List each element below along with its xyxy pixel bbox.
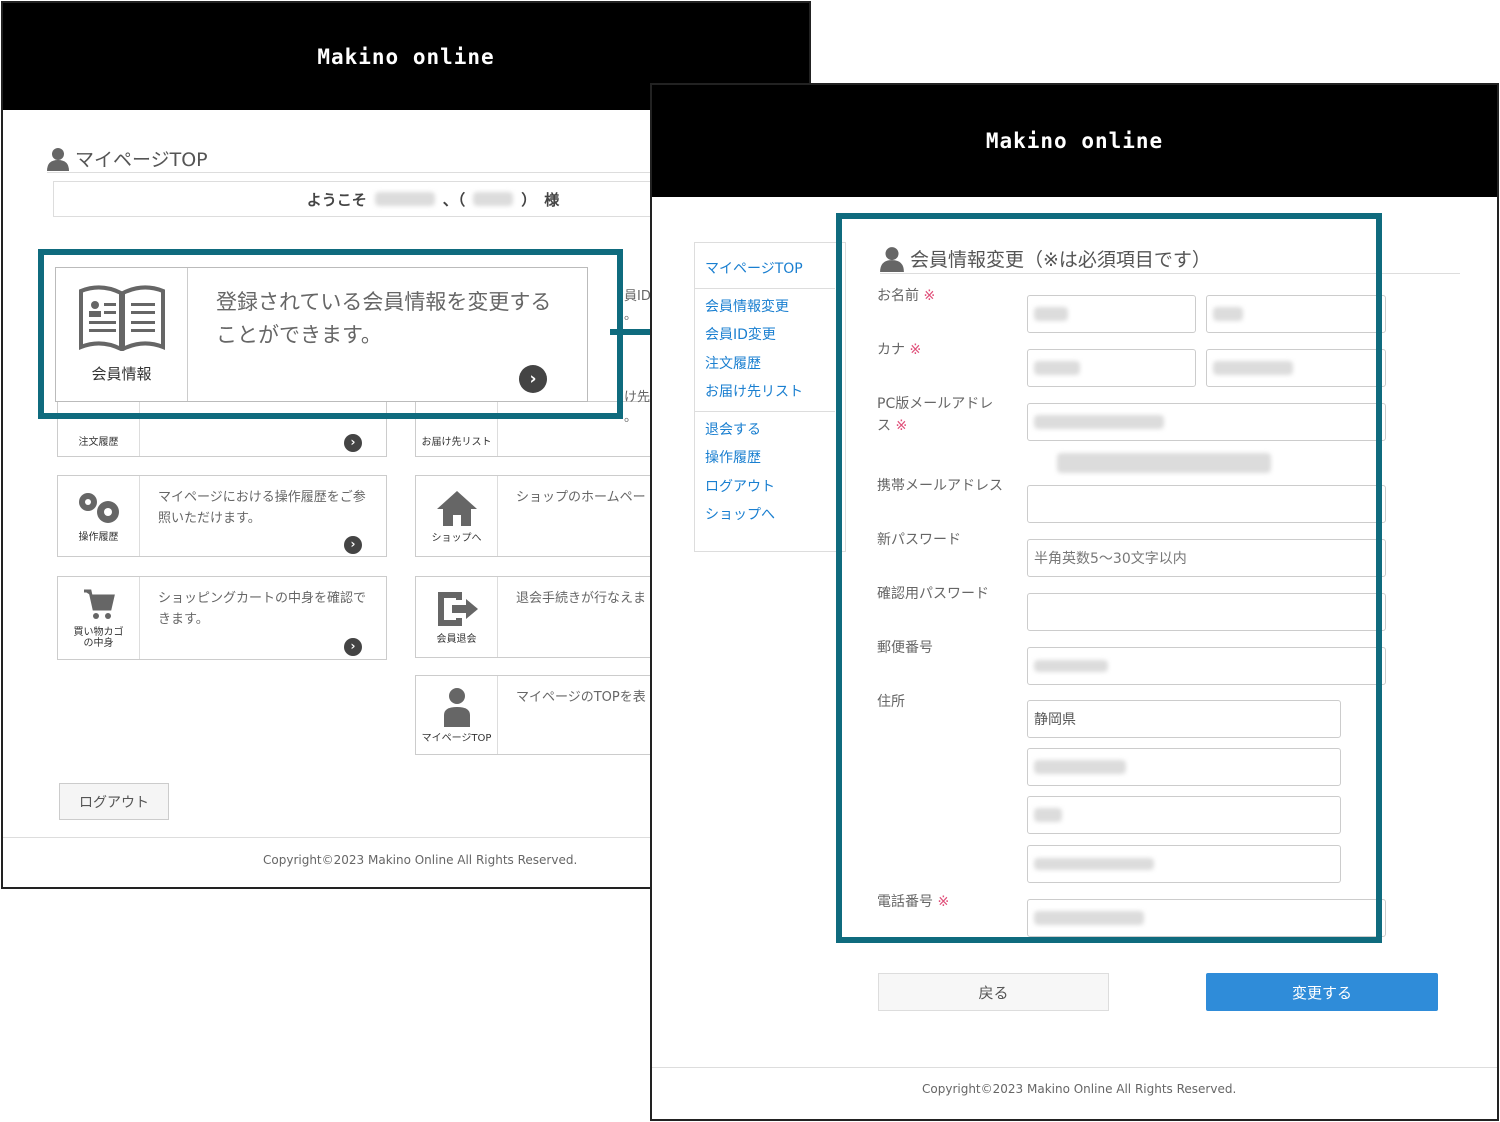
- gears-icon: [78, 492, 119, 523]
- sidebar-item-delivery-list[interactable]: お届け先リスト: [705, 378, 845, 407]
- card-icon-area: 買い物カゴの中身: [58, 577, 140, 659]
- sidebar-nav: マイページTOP 会員情報変更 会員ID変更 注文履歴 お届け先リスト 退会する…: [694, 242, 846, 552]
- card-description: ショッピングカートの中身を確認できます。: [158, 591, 367, 627]
- home-icon: [436, 490, 477, 526]
- sign-out-icon: [437, 591, 478, 626]
- card-cart[interactable]: 買い物カゴの中身 ショッピングカートの中身を確認できます。 ›: [57, 576, 387, 660]
- welcome-paren-close: ）: [521, 190, 537, 209]
- card-label: 買い物カゴの中身: [73, 627, 124, 649]
- card-label: 注文履歴: [78, 436, 119, 448]
- page-title: マイページTOP: [47, 145, 208, 172]
- sidebar-item-member-id[interactable]: 会員ID変更: [705, 321, 845, 350]
- divider: [695, 287, 835, 289]
- sidebar-item-member-info[interactable]: 会員情報変更: [705, 293, 845, 322]
- card-operation-history[interactable]: 操作履歴 マイページにおける操作履歴をご参照いただけます。 ›: [57, 475, 387, 557]
- card-label: マイページTOP: [421, 732, 492, 744]
- card-label: 操作履歴: [78, 531, 119, 543]
- logout-button[interactable]: ログアウト: [59, 783, 169, 820]
- partial-text: 員ID: [624, 289, 651, 304]
- member-edit-window: Makino online マイページTOP 会員情報変更 会員ID変更 注文履…: [650, 83, 1499, 1121]
- partial-text: け先: [624, 390, 651, 405]
- cart-icon: [83, 589, 115, 619]
- card-icon-area: 会員退会: [416, 577, 498, 657]
- sidebar-item-logout[interactable]: ログアウト: [705, 473, 845, 502]
- card-label: 会員退会: [436, 633, 477, 645]
- partial-text: 。: [624, 308, 638, 323]
- divider: [695, 410, 835, 412]
- welcome-paren: 、（: [442, 190, 466, 209]
- sidebar-item-operation-history[interactable]: 操作履歴: [705, 444, 845, 473]
- site-logo[interactable]: Makino online: [986, 129, 1163, 153]
- card-icon-area: 操作履歴: [58, 476, 140, 556]
- welcome-prefix: ようこそ: [306, 190, 367, 209]
- card-icon-area: マイページTOP: [416, 676, 498, 754]
- partial-text: 。: [624, 410, 638, 425]
- sidebar-item-mypage-top[interactable]: マイページTOP: [705, 255, 845, 284]
- chevron-right-icon[interactable]: ›: [344, 638, 362, 656]
- user-icon: [47, 147, 69, 171]
- chevron-right-icon[interactable]: ›: [344, 434, 362, 452]
- sidebar-item-order-history[interactable]: 注文履歴: [705, 350, 845, 379]
- redacted-name: [374, 192, 435, 206]
- user-icon: [443, 687, 470, 727]
- card-description: マイページのTOPを表: [516, 690, 646, 705]
- page-title-text: マイページTOP: [75, 149, 208, 171]
- copyright: Copyright©2023 Makino Online All Rights …: [922, 1082, 1237, 1096]
- card-label: ショップへ: [431, 532, 482, 544]
- back-button[interactable]: 戻る: [878, 973, 1109, 1011]
- submit-button[interactable]: 変更する: [1206, 973, 1438, 1011]
- sidebar-item-shop[interactable]: ショップへ: [705, 501, 845, 530]
- welcome-suffix: 様: [544, 190, 560, 209]
- copyright: Copyright©2023 Makino Online All Rights …: [263, 853, 578, 867]
- site-logo[interactable]: Makino online: [317, 45, 494, 69]
- card-label: お届け先リスト: [421, 436, 492, 448]
- divider: [652, 1067, 1497, 1068]
- site-header: Makino online: [652, 85, 1497, 197]
- card-icon-area: ショップへ: [416, 476, 498, 556]
- card-description: マイページにおける操作履歴をご参照いただけます。: [158, 490, 366, 526]
- chevron-right-icon[interactable]: ›: [344, 536, 362, 554]
- card-description: 退会手続きが行なえま: [516, 591, 647, 606]
- card-desc-area: ショッピングカートの中身を確認できます。 ›: [140, 577, 386, 659]
- highlight-frame: [836, 213, 1382, 943]
- highlight-frame: [38, 249, 623, 419]
- card-desc-area: マイページにおける操作履歴をご参照いただけます。 ›: [140, 476, 386, 556]
- redacted-id: [473, 192, 514, 206]
- sidebar-item-withdraw[interactable]: 退会する: [705, 416, 845, 445]
